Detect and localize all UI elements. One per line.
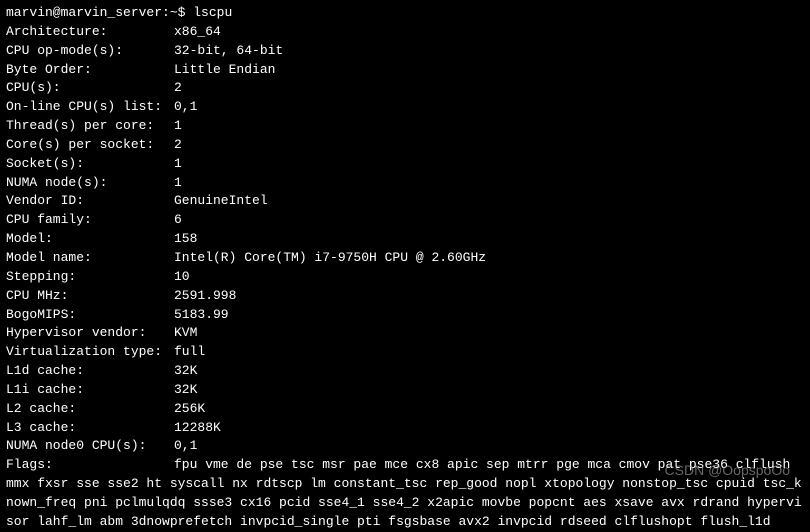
output-value: 2	[174, 136, 804, 155]
lscpu-output: Architecture:x86_64CPU op-mode(s):32-bit…	[6, 23, 804, 456]
output-value: 12288K	[174, 419, 804, 438]
output-label: Byte Order:	[6, 61, 174, 80]
command-text: lscpu	[193, 5, 232, 20]
output-row: L3 cache:12288K	[6, 419, 804, 438]
flags-label: Flags:	[6, 456, 174, 475]
output-value: 1	[174, 174, 804, 193]
output-label: L2 cache:	[6, 400, 174, 419]
output-label: Model name:	[6, 249, 174, 268]
output-value: Little Endian	[174, 61, 804, 80]
output-label: NUMA node0 CPU(s):	[6, 437, 174, 456]
output-label: L3 cache:	[6, 419, 174, 438]
output-label: NUMA node(s):	[6, 174, 174, 193]
output-label: L1i cache:	[6, 381, 174, 400]
output-row: Hypervisor vendor:KVM	[6, 324, 804, 343]
output-value: 1	[174, 155, 804, 174]
output-label: BogoMIPS:	[6, 306, 174, 325]
output-label: Socket(s):	[6, 155, 174, 174]
output-label: Model:	[6, 230, 174, 249]
output-row: Virtualization type:full	[6, 343, 804, 362]
output-row: Socket(s):1	[6, 155, 804, 174]
output-label: Core(s) per socket:	[6, 136, 174, 155]
command-prompt-line: marvin@marvin_server:~$ lscpu	[6, 4, 804, 23]
output-value: 6	[174, 211, 804, 230]
output-label: L1d cache:	[6, 362, 174, 381]
output-row: Vendor ID:GenuineIntel	[6, 192, 804, 211]
output-value: 0,1	[174, 98, 804, 117]
output-row: BogoMIPS:5183.99	[6, 306, 804, 325]
output-row: CPU family:6	[6, 211, 804, 230]
output-row: Model name:Intel(R) Core(TM) i7-9750H CP…	[6, 249, 804, 268]
output-row: Thread(s) per core:1	[6, 117, 804, 136]
output-value: 1	[174, 117, 804, 136]
output-value: KVM	[174, 324, 804, 343]
output-value: 5183.99	[174, 306, 804, 325]
output-row: NUMA node0 CPU(s):0,1	[6, 437, 804, 456]
output-row: CPU op-mode(s):32-bit, 64-bit	[6, 42, 804, 61]
output-row: CPU(s):2	[6, 79, 804, 98]
output-value: 10	[174, 268, 804, 287]
output-row: NUMA node(s):1	[6, 174, 804, 193]
output-label: Architecture:	[6, 23, 174, 42]
output-label: CPU op-mode(s):	[6, 42, 174, 61]
output-value: 0,1	[174, 437, 804, 456]
output-label: Stepping:	[6, 268, 174, 287]
output-row: Byte Order:Little Endian	[6, 61, 804, 80]
output-row: On-line CPU(s) list:0,1	[6, 98, 804, 117]
watermark: CSDN @OopspoOo	[665, 460, 790, 480]
output-row: L1i cache:32K	[6, 381, 804, 400]
output-value: x86_64	[174, 23, 804, 42]
output-label: On-line CPU(s) list:	[6, 98, 174, 117]
output-value: 2	[174, 79, 804, 98]
output-value: 32-bit, 64-bit	[174, 42, 804, 61]
prompt-path: :~$	[162, 5, 193, 20]
output-label: Virtualization type:	[6, 343, 174, 362]
output-value: 32K	[174, 362, 804, 381]
output-label: Hypervisor vendor:	[6, 324, 174, 343]
output-value: 256K	[174, 400, 804, 419]
output-row: Architecture:x86_64	[6, 23, 804, 42]
output-value: GenuineIntel	[174, 192, 804, 211]
output-label: CPU(s):	[6, 79, 174, 98]
output-row: CPU MHz:2591.998	[6, 287, 804, 306]
output-label: CPU family:	[6, 211, 174, 230]
output-row: L1d cache:32K	[6, 362, 804, 381]
output-row: Stepping:10	[6, 268, 804, 287]
output-row: Core(s) per socket:2	[6, 136, 804, 155]
output-row: Model:158	[6, 230, 804, 249]
output-value: Intel(R) Core(TM) i7-9750H CPU @ 2.60GHz	[174, 249, 804, 268]
prompt-user-host: marvin@marvin_server	[6, 5, 162, 20]
output-value: full	[174, 343, 804, 362]
output-label: Thread(s) per core:	[6, 117, 174, 136]
output-row: L2 cache:256K	[6, 400, 804, 419]
output-label: Vendor ID:	[6, 192, 174, 211]
output-value: 32K	[174, 381, 804, 400]
output-label: CPU MHz:	[6, 287, 174, 306]
output-value: 2591.998	[174, 287, 804, 306]
output-value: 158	[174, 230, 804, 249]
